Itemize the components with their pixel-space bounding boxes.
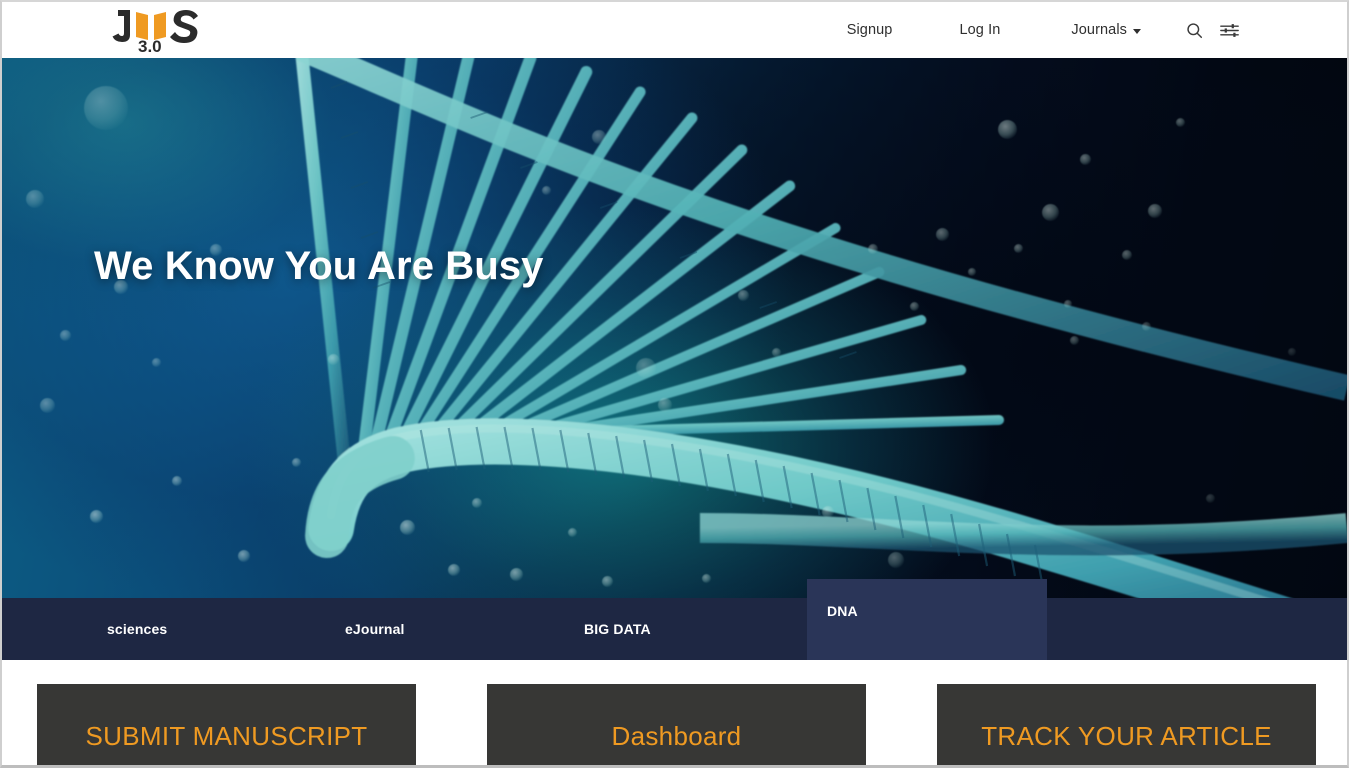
site-header: 3.0 Signup Log In Journals xyxy=(2,2,1347,58)
action-cards: SUBMIT MANUSCRIPT Dashboard TRACK YOUR A… xyxy=(2,660,1347,765)
track-article-card[interactable]: TRACK YOUR ARTICLE xyxy=(937,684,1316,765)
submit-manuscript-card[interactable]: SUBMIT MANUSCRIPT xyxy=(37,684,416,765)
tab-sciences[interactable]: sciences xyxy=(107,598,167,660)
hero-title: We Know You Are Busy xyxy=(94,244,544,288)
dashboard-label: Dashboard xyxy=(611,720,742,751)
nav-item-journals[interactable]: Journals xyxy=(1061,16,1151,44)
track-article-label: TRACK YOUR ARTICLE xyxy=(981,720,1272,751)
tab-big-data[interactable]: BIG DATA xyxy=(584,598,651,660)
site-logo[interactable]: 3.0 xyxy=(110,8,202,54)
nav-item-login[interactable]: Log In xyxy=(949,16,1010,44)
dna-helix-illustration xyxy=(2,58,1347,598)
tab-big-data-label: BIG DATA xyxy=(584,621,651,637)
nav-item-journals-label: Journals xyxy=(1071,22,1127,38)
category-tabbar: sciences eJournal BIG DATA xyxy=(2,598,1347,660)
sliders-icon[interactable] xyxy=(1216,17,1242,43)
tab-dna-label: DNA xyxy=(827,603,858,619)
search-icon[interactable] xyxy=(1181,17,1207,43)
svg-text:3.0: 3.0 xyxy=(138,37,162,54)
tab-ejournal-label: eJournal xyxy=(345,621,405,637)
tab-sciences-label: sciences xyxy=(107,621,168,637)
logo-mark: 3.0 xyxy=(112,10,198,54)
primary-nav: Signup Log In Journals xyxy=(837,2,1242,58)
tab-ejournal[interactable]: eJournal xyxy=(345,598,405,660)
chevron-down-icon xyxy=(1133,28,1141,34)
page-root: 3.0 Signup Log In Journals We Know You A… xyxy=(0,0,1349,768)
nav-item-signup[interactable]: Signup xyxy=(837,16,903,44)
dashboard-card[interactable]: Dashboard xyxy=(487,684,866,765)
submit-manuscript-label: SUBMIT MANUSCRIPT xyxy=(85,720,368,751)
hero-banner: We Know You Are Busy xyxy=(2,58,1347,598)
tab-dna[interactable]: DNA xyxy=(807,579,1047,660)
